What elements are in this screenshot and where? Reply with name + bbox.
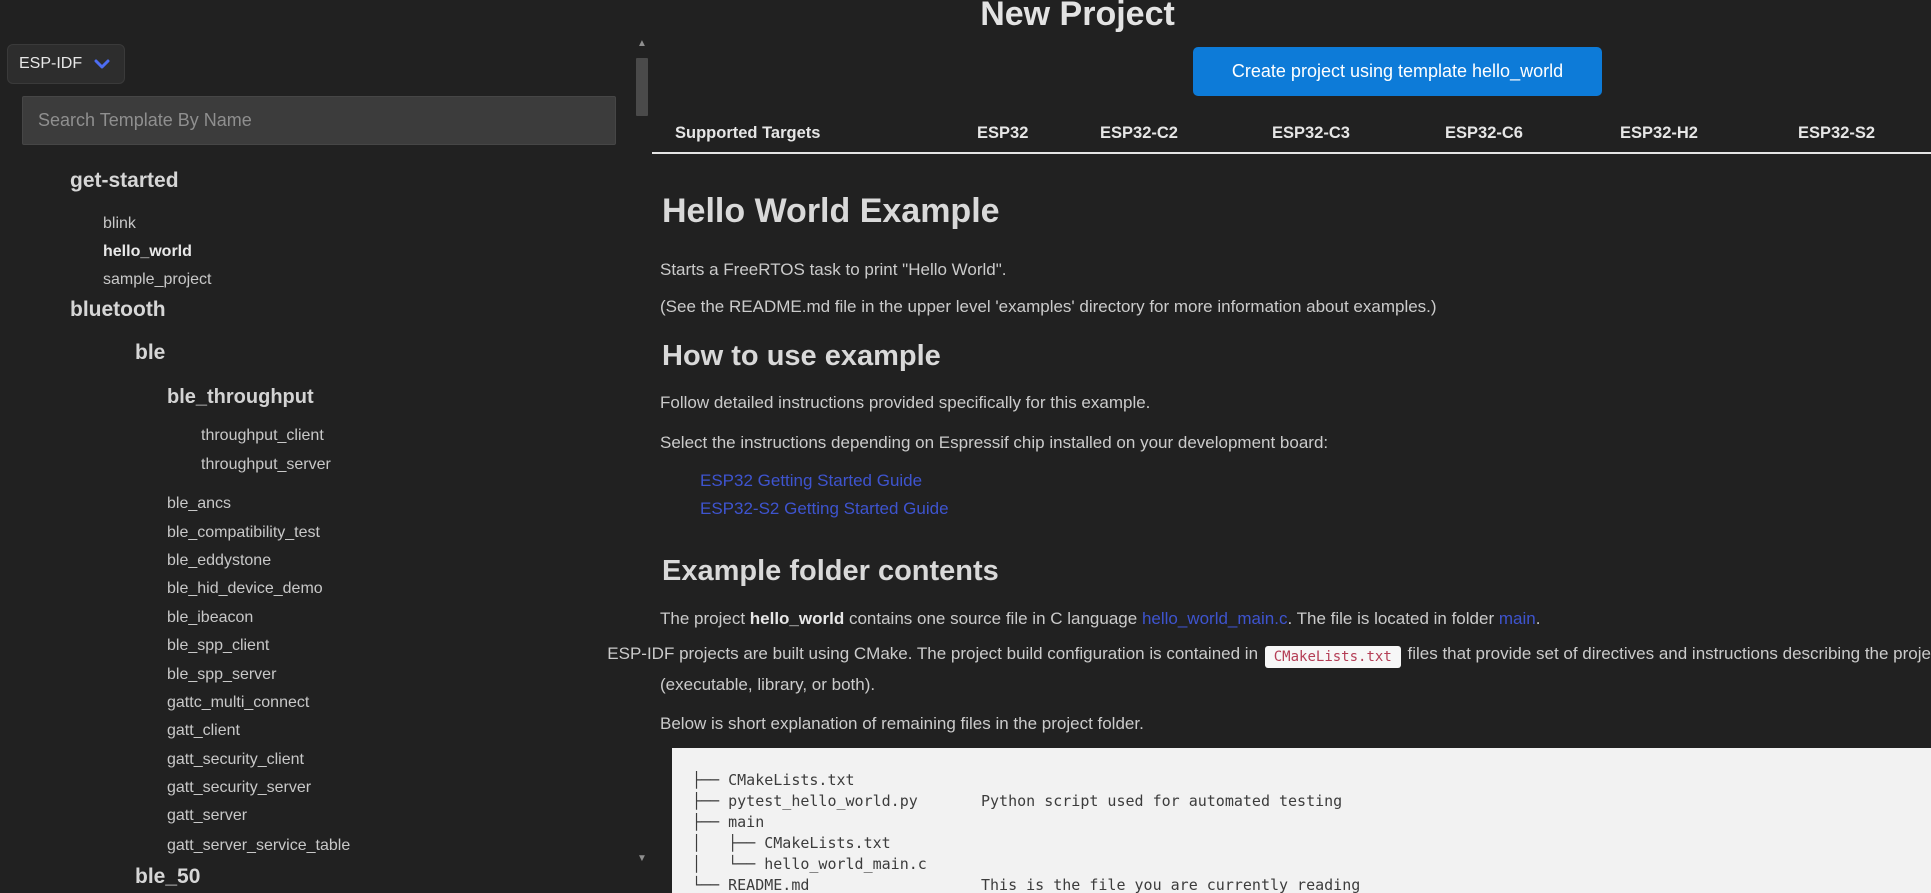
heading-folder-contents: Example folder contents [662,555,999,588]
tree-item-sample-project[interactable]: sample_project [103,272,212,288]
paragraph-project: The project hello_world contains one sou… [660,609,1540,629]
framework-dropdown-value: ESP-IDF [19,55,82,73]
paragraph-cmake: ESP-IDF projects are built using CMake. … [607,644,1931,668]
tree-item-ble-compatibility-test[interactable]: ble_compatibility_test [167,525,320,541]
tree-item-gatt-security-server[interactable]: gatt_security_server [167,780,311,796]
text-span: The project [660,609,750,628]
target-esp32-s2: ESP32-S2 [1798,124,1875,143]
tree-item-gatt-server-service-table[interactable]: gatt_server_service_table [167,838,350,854]
paragraph-see-readme: (See the README.md file in the upper lev… [660,297,1437,317]
tree-item-ble-ibeacon[interactable]: ble_ibeacon [167,610,253,626]
target-esp32-c3: ESP32-C3 [1272,124,1350,143]
tree-item-gattc-multi-connect[interactable]: gattc_multi_connect [167,695,309,711]
link-hello-world-main-c[interactable]: hello_world_main.c [1142,609,1288,628]
tree-item-gatt-server[interactable]: gatt_server [167,808,247,824]
bold-hello-world: hello_world [750,609,844,628]
file-tree-listing: ├── CMakeLists.txt ├── pytest_hello_worl… [692,770,1931,893]
paragraph-follow: Follow detailed instructions provided sp… [660,393,1150,413]
tree-item-ble-hid-device-demo[interactable]: ble_hid_device_demo [167,581,323,597]
tree-item-gatt-security-client[interactable]: gatt_security_client [167,752,304,768]
tree-folder-get-started[interactable]: get-started [70,170,179,191]
scroll-up-arrow-icon[interactable]: ▲ [634,38,650,49]
chevron-down-icon [94,58,110,70]
tree-item-throughput-client[interactable]: throughput_client [201,428,324,444]
tree-folder-bluetooth[interactable]: bluetooth [70,299,166,320]
scroll-down-arrow-icon[interactable]: ▼ [634,853,650,864]
supported-targets-label: Supported Targets [675,124,820,143]
new-project-window: ESP-IDF get-started blink hello_world sa… [0,0,1931,893]
paragraph-below: Below is short explanation of remaining … [660,714,1144,734]
tree-item-ble-eddystone[interactable]: ble_eddystone [167,553,271,569]
link-main-folder[interactable]: main [1499,609,1536,628]
paragraph-select-chip: Select the instructions depending on Esp… [660,433,1328,453]
readme-title: Hello World Example [662,192,1000,231]
tree-item-ble-spp-server[interactable]: ble_spp_server [167,667,276,683]
tree-item-ble-spp-client[interactable]: ble_spp_client [167,638,269,654]
page-title: New Project [655,0,1500,34]
link-esp32-s2-getting-started[interactable]: ESP32-S2 Getting Started Guide [700,499,949,518]
tree-folder-ble[interactable]: ble [135,342,165,363]
target-esp32-h2: ESP32-H2 [1620,124,1698,143]
paragraph-executable: (executable, library, or both). [660,675,875,695]
text-span: . [1536,609,1541,628]
tree-item-gatt-client[interactable]: gatt_client [167,723,240,739]
tree-item-blink[interactable]: blink [103,216,136,232]
tree-item-ble-ancs[interactable]: ble_ancs [167,496,231,512]
link-esp32-getting-started[interactable]: ESP32 Getting Started Guide [700,471,922,490]
tree-folder-ble-50[interactable]: ble_50 [135,866,200,887]
target-esp32-c6: ESP32-C6 [1445,124,1523,143]
text-span: . The file is located in folder [1287,609,1498,628]
target-esp32-c2: ESP32-C2 [1100,124,1178,143]
supported-targets-row: Supported Targets ESP32 ESP32-C2 ESP32-C… [0,124,1931,144]
target-esp32: ESP32 [977,124,1028,143]
targets-underline [652,152,1931,154]
tree-scrollbar[interactable]: ▲ ▼ [634,38,650,878]
text-span: ESP-IDF projects are built using CMake. … [607,644,1262,663]
inline-code-cmakelists: CMakeLists.txt [1265,646,1401,668]
scrollbar-thumb[interactable] [636,58,648,116]
file-tree-code-block: ├── CMakeLists.txt ├── pytest_hello_worl… [672,748,1931,893]
framework-dropdown[interactable]: ESP-IDF [7,44,125,84]
paragraph-starts: Starts a FreeRTOS task to print "Hello W… [660,260,1007,280]
tree-item-hello-world-selected[interactable]: hello_world [103,244,192,260]
text-span: files that provide set of directives and… [1403,644,1931,663]
tree-item-throughput-server[interactable]: throughput_server [201,457,331,473]
tree-folder-ble-throughput[interactable]: ble_throughput [167,387,314,407]
text-span: contains one source file in C language [844,609,1142,628]
create-project-button[interactable]: Create project using template hello_worl… [1193,47,1602,96]
heading-how-to-use: How to use example [662,340,941,373]
